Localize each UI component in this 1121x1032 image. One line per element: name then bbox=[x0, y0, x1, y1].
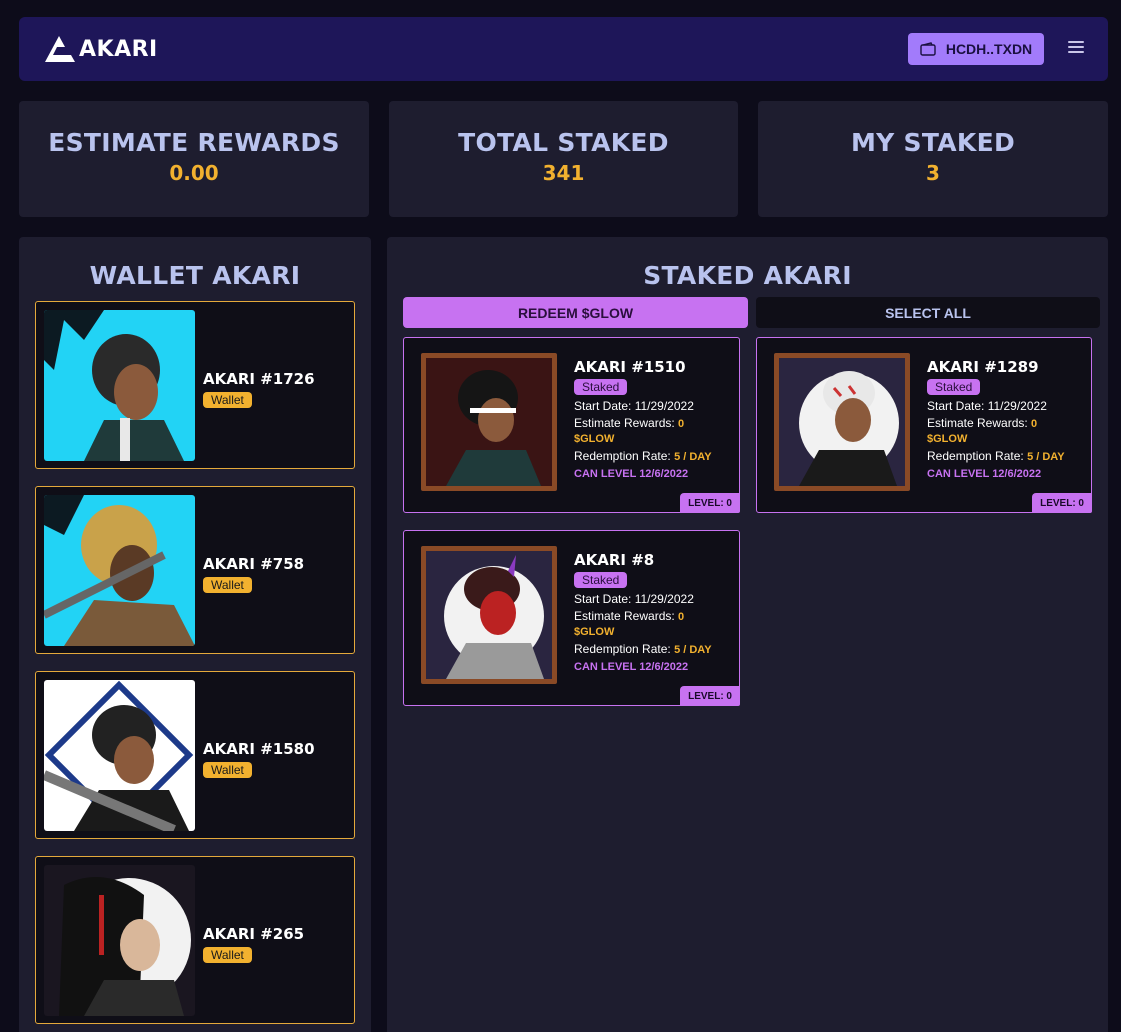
nft-name: AKARI #8 bbox=[574, 551, 655, 569]
staked-nft-card[interactable]: AKARI #1289 Staked Start Date: 11/29/202… bbox=[756, 337, 1092, 513]
stat-label: TOTAL STAKED bbox=[458, 128, 669, 157]
nft-image bbox=[44, 310, 195, 461]
nft-image bbox=[44, 865, 195, 1016]
start-date-line: Start Date: 11/29/2022 bbox=[927, 399, 1047, 413]
select-all-button[interactable]: SELECT ALL bbox=[756, 297, 1100, 328]
nft-name: AKARI #1580 bbox=[203, 740, 315, 758]
staked-info: AKARI #8 Staked Start Date: 11/29/2022 E… bbox=[574, 551, 734, 674]
can-level-date: CAN LEVEL 12/6/2022 bbox=[574, 468, 689, 480]
nft-name: AKARI #1726 bbox=[203, 370, 315, 388]
nft-image bbox=[774, 353, 910, 491]
stat-value: 3 bbox=[926, 161, 940, 185]
staked-info: AKARI #1289 Staked Start Date: 11/29/202… bbox=[927, 358, 1087, 481]
staked-nft-card[interactable]: AKARI #1510 Staked Start Date: 11/29/202… bbox=[403, 337, 740, 513]
wallet-badge: Wallet bbox=[203, 947, 252, 963]
nft-name: AKARI #1289 bbox=[927, 358, 1039, 376]
my-staked-card: MY STAKED 3 bbox=[758, 101, 1108, 217]
akari-logo-icon bbox=[45, 36, 75, 62]
stat-label: ESTIMATE REWARDS bbox=[48, 128, 340, 157]
nft-image bbox=[44, 495, 195, 646]
redemption-rate-line: Redemption Rate: 5 / DAY bbox=[574, 642, 712, 656]
wallet-address: HCDH..TXDN bbox=[945, 41, 1033, 57]
staked-info: AKARI #1510 Staked Start Date: 11/29/202… bbox=[574, 358, 734, 481]
level-badge: LEVEL: 0 bbox=[680, 493, 740, 513]
stat-label: MY STAKED bbox=[850, 128, 1016, 157]
wallet-badge: Wallet bbox=[203, 392, 252, 408]
nft-name: AKARI #1510 bbox=[574, 358, 686, 376]
estimate-rewards-line: Estimate Rewards: 0 $GLOW bbox=[574, 609, 685, 638]
level-badge: LEVEL: 0 bbox=[1032, 493, 1092, 513]
staked-badge: Staked bbox=[574, 379, 628, 395]
estimate-rewards-line: Estimate Rewards: 0 $GLOW bbox=[927, 416, 1038, 445]
nft-image bbox=[44, 680, 195, 831]
stat-value: 0.00 bbox=[169, 161, 219, 185]
redemption-rate-line: Redemption Rate: 5 / DAY bbox=[927, 449, 1065, 463]
redemption-rate-line: Redemption Rate: 5 / DAY bbox=[574, 449, 712, 463]
wallet-icon bbox=[920, 42, 936, 56]
wallet-badge: Wallet bbox=[203, 577, 252, 593]
hamburger-menu-icon[interactable] bbox=[1068, 41, 1084, 55]
level-badge: LEVEL: 0 bbox=[680, 686, 740, 706]
staked-akari-panel: STAKED AKARI REDEEM $GLOW SELECT ALL AKA… bbox=[387, 237, 1108, 1032]
nft-image bbox=[421, 353, 557, 491]
redeem-glow-button[interactable]: REDEEM $GLOW bbox=[403, 297, 748, 328]
connected-wallet-button[interactable]: HCDH..TXDN bbox=[908, 33, 1044, 65]
staked-nft-card[interactable]: AKARI #8 Staked Start Date: 11/29/2022 E… bbox=[403, 530, 740, 706]
staked-badge: Staked bbox=[574, 572, 628, 588]
wallet-akari-panel: WALLET AKARI AKARI #1726 Wallet AKARI #7… bbox=[19, 237, 371, 1032]
wallet-nft-card[interactable]: AKARI #1580 Wallet bbox=[35, 671, 355, 839]
can-level-date: CAN LEVEL 12/6/2022 bbox=[927, 468, 1042, 480]
estimate-rewards-card: ESTIMATE REWARDS 0.00 bbox=[19, 101, 369, 217]
wallet-nft-card[interactable]: AKARI #758 Wallet bbox=[35, 486, 355, 654]
estimate-rewards-line: Estimate Rewards: 0 $GLOW bbox=[574, 416, 685, 445]
nft-name: AKARI #265 bbox=[203, 925, 305, 943]
wallet-nft-card[interactable]: AKARI #265 Wallet bbox=[35, 856, 355, 1024]
panel-title: WALLET AKARI bbox=[89, 261, 301, 290]
can-level-date: CAN LEVEL 12/6/2022 bbox=[574, 661, 689, 673]
wallet-badge: Wallet bbox=[203, 762, 252, 778]
nft-name: AKARI #758 bbox=[203, 555, 305, 573]
logo-text: AKARI bbox=[79, 36, 158, 62]
wallet-nft-card[interactable]: AKARI #1726 Wallet bbox=[35, 301, 355, 469]
start-date-line: Start Date: 11/29/2022 bbox=[574, 399, 694, 413]
top-nav-bar: AKARI HCDH..TXDN bbox=[19, 17, 1108, 81]
staked-badge: Staked bbox=[927, 379, 981, 395]
start-date-line: Start Date: 11/29/2022 bbox=[574, 592, 694, 606]
akari-logo[interactable]: AKARI bbox=[43, 35, 158, 63]
stat-value: 341 bbox=[542, 161, 585, 185]
nft-image bbox=[421, 546, 557, 684]
total-staked-card: TOTAL STAKED 341 bbox=[389, 101, 738, 217]
panel-title: STAKED AKARI bbox=[643, 261, 852, 290]
